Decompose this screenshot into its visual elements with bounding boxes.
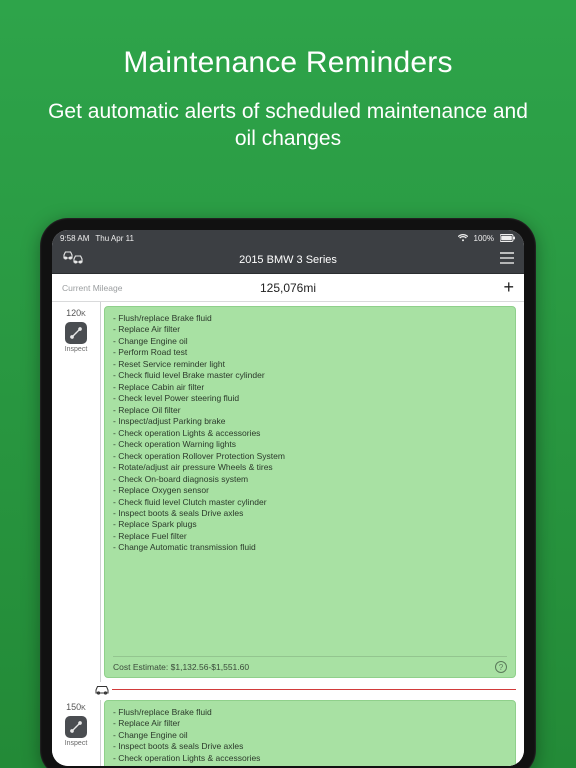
list-item: - Replace Cabin air filter bbox=[113, 382, 507, 393]
current-mileage-marker bbox=[52, 682, 524, 696]
list-item: - Perform Road test bbox=[113, 347, 507, 358]
milestone-label: 150K bbox=[66, 702, 86, 712]
list-item: - Inspect/adjust Parking brake bbox=[113, 416, 507, 427]
list-item: - Replace Air filter bbox=[113, 718, 507, 729]
list-item: - Check fluid level Brake master cylinde… bbox=[113, 764, 507, 766]
inspect-icon[interactable] bbox=[65, 716, 87, 738]
list-item: - Reset Service reminder light bbox=[113, 359, 507, 370]
inspect-icon[interactable] bbox=[65, 322, 87, 344]
list-item: - Check operation Rollover Protection Sy… bbox=[113, 451, 507, 462]
milestone-label: 120K bbox=[66, 308, 86, 318]
cost-estimate: Cost Estimate: $1,132.56-$1,551.60 bbox=[113, 662, 249, 672]
navbar-title: 2015 BMW 3 Series bbox=[52, 254, 524, 266]
list-item: - Flush/replace Brake fluid bbox=[113, 707, 507, 718]
list-item: - Check operation Lights & accessories bbox=[113, 428, 507, 439]
list-item: - Change Automatic transmission fluid bbox=[113, 542, 507, 553]
help-icon[interactable]: ? bbox=[495, 661, 507, 673]
list-item: - Replace Spark plugs bbox=[113, 519, 507, 530]
service-items: - Flush/replace Brake fluid - Replace Ai… bbox=[113, 707, 507, 766]
list-item: - Inspect boots & seals Drive axles bbox=[113, 508, 507, 519]
battery-pct: 100% bbox=[474, 234, 494, 243]
list-item: - Replace Oxygen sensor bbox=[113, 485, 507, 496]
list-item: - Check level Power steering fluid bbox=[113, 393, 507, 404]
current-mileage-row: Current Mileage 125,076mi + bbox=[52, 274, 524, 302]
list-item: - Check operation Lights & accessories bbox=[113, 753, 507, 764]
list-item: - Check fluid level Brake master cylinde… bbox=[113, 370, 507, 381]
timeline[interactable]: 120K Inspect - Flush/replace Brake fluid… bbox=[52, 302, 524, 766]
list-item: - Change Engine oil bbox=[113, 730, 507, 741]
list-item: - Flush/replace Brake fluid bbox=[113, 313, 507, 324]
tablet-frame: 9:58 AM Thu Apr 11 100% bbox=[40, 218, 536, 768]
service-card[interactable]: - Flush/replace Brake fluid - Replace Ai… bbox=[104, 306, 516, 678]
list-item: - Replace Oil filter bbox=[113, 405, 507, 416]
list-item: - Check On-board diagnosis system bbox=[113, 474, 507, 485]
list-item: - Check operation Warning lights bbox=[113, 439, 507, 450]
service-items: - Flush/replace Brake fluid - Replace Ai… bbox=[113, 313, 507, 554]
list-item: - Inspect boots & seals Drive axles bbox=[113, 741, 507, 752]
list-item: - Change Engine oil bbox=[113, 336, 507, 347]
inspect-label: Inspect bbox=[65, 740, 88, 747]
app-navbar: 2015 BMW 3 Series bbox=[52, 246, 524, 274]
promo-headline: Maintenance Reminders bbox=[0, 0, 576, 80]
service-section: 150K Inspect - Flush/replace Brake fluid… bbox=[52, 696, 524, 766]
promo-subhead: Get automatic alerts of scheduled mainte… bbox=[0, 80, 576, 153]
service-section: 120K Inspect - Flush/replace Brake fluid… bbox=[52, 302, 524, 682]
list-item: - Check fluid level Clutch master cylind… bbox=[113, 497, 507, 508]
current-mileage-value[interactable]: 125,076mi bbox=[52, 281, 524, 295]
list-item: - Replace Fuel filter bbox=[113, 531, 507, 542]
wifi-icon bbox=[458, 234, 468, 242]
battery-icon bbox=[500, 234, 516, 242]
status-time: 9:58 AM bbox=[60, 234, 89, 243]
status-date: Thu Apr 11 bbox=[95, 234, 134, 243]
app-screen: 9:58 AM Thu Apr 11 100% bbox=[52, 230, 524, 766]
ios-statusbar: 9:58 AM Thu Apr 11 100% bbox=[52, 230, 524, 246]
list-item: - Replace Air filter bbox=[113, 324, 507, 335]
inspect-label: Inspect bbox=[65, 346, 88, 353]
list-item: - Rotate/adjust air pressure Wheels & ti… bbox=[113, 462, 507, 473]
add-button[interactable]: + bbox=[503, 277, 514, 298]
service-card[interactable]: - Flush/replace Brake fluid - Replace Ai… bbox=[104, 700, 516, 766]
menu-icon[interactable] bbox=[500, 251, 514, 269]
